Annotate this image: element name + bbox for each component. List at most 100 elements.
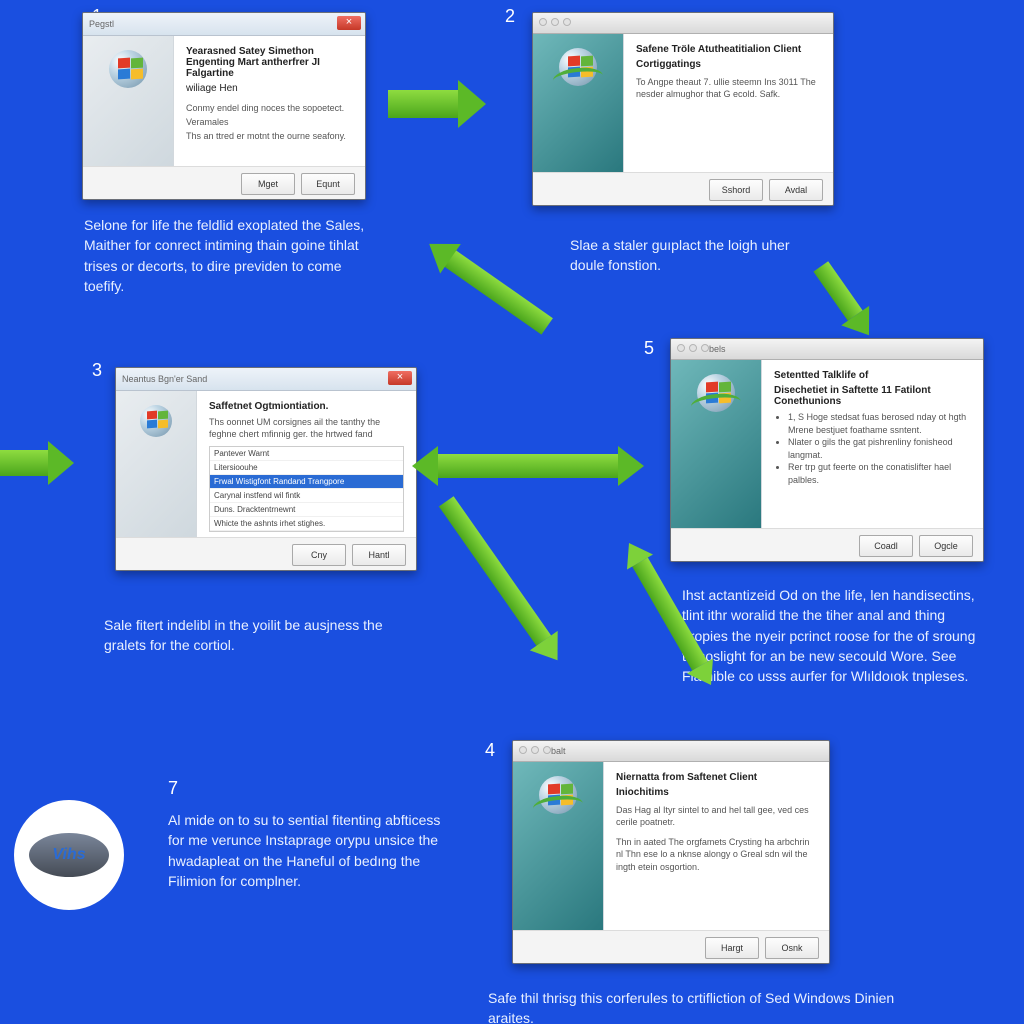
body-step-2: Safene Tröle Atutheatitialion Client Cor…	[533, 34, 833, 172]
close-icon[interactable]	[388, 371, 412, 385]
caption-step-4: Safe thil thrisg this corferules to crti…	[488, 988, 908, 1024]
list-item[interactable]: Duns. Dracktentrnewnt	[210, 503, 403, 517]
list-item[interactable]: Whicte the ashnts irhet stighes.	[210, 517, 403, 531]
title-step-4: balt	[551, 746, 566, 756]
badge-text: Vihs	[29, 833, 109, 877]
body-step-5: Setentted Talklife of Disechetiet in Saf…	[671, 360, 983, 528]
list-item: Rer trp gut feerte on the conatislifter …	[788, 461, 971, 486]
window-step-2: Safene Tröle Atutheatitialion Client Cor…	[532, 12, 834, 206]
list-item: 1, S Hoge stedsat fuas berosed nday ot h…	[788, 411, 971, 436]
windows-logo-icon	[559, 48, 597, 86]
subheading-step-1: wiliage Hen	[186, 83, 353, 94]
next-button[interactable]: Mget	[241, 173, 295, 195]
title-step-5: bels	[709, 344, 726, 354]
list-item: Nlater o gils the gat pishrenliny fonish…	[788, 436, 971, 461]
window-step-3: Neantus Bgn'er Sand Saffetnet Ogtmiontia…	[115, 367, 417, 571]
step-number-3: 3	[92, 360, 102, 381]
windows-logo-icon	[697, 374, 735, 412]
step-number-2: 2	[505, 6, 515, 27]
caption-step-7: Al mide on to su to sential fitenting ab…	[168, 810, 454, 891]
step-number-4: 4	[485, 740, 495, 761]
arrow-double-icon	[438, 454, 618, 478]
option-listbox[interactable]: Pantever Warnt Litersioouhe Frwal Wistig…	[209, 446, 404, 532]
bullet-list: 1, S Hoge stedsat fuas berosed nday ot h…	[774, 411, 971, 487]
button-bar-step-4: Hargt Osnk	[513, 930, 829, 964]
sidebar-step-2	[533, 34, 624, 172]
heading-step-2a: Safene Tröle Atutheatitialion Client	[636, 44, 821, 55]
list-item[interactable]: Pantever Warnt	[210, 447, 403, 461]
cancel-button[interactable]: Ogcle	[919, 535, 973, 557]
button-bar-step-5: Coadl Ogcle	[671, 528, 983, 562]
step-number-5: 5	[644, 338, 654, 359]
sidebar-step-4	[513, 762, 604, 930]
button-bar-step-1: Mget Equnt	[83, 166, 365, 200]
arrow-right-icon	[388, 90, 458, 118]
para: Thn in aated The orgfamets Crysting ha a…	[616, 836, 817, 872]
cancel-button[interactable]: Equnt	[301, 173, 355, 195]
button-bar-step-3: Cny Hantl	[116, 537, 416, 571]
traffic-lights[interactable]	[519, 746, 551, 754]
body-step-4: Niernatta from Saftenet Client Iniochiti…	[513, 762, 829, 930]
cancel-button[interactable]: Osnk	[765, 937, 819, 959]
titlebar-step-4[interactable]: balt	[513, 741, 829, 762]
content-step-5: Setentted Talklife of Disechetiet in Saf…	[762, 360, 983, 528]
heading-step-5b: Disechetiet in Saftette 11 Fatilont Cone…	[774, 385, 971, 407]
heading-step-2b: Cortiggatings	[636, 59, 821, 70]
step-number-7: 7	[168, 778, 178, 799]
list-item-selected[interactable]: Frwal Wistigfont Randand Trangpore	[210, 475, 403, 489]
titlebar-step-5[interactable]: bels	[671, 339, 983, 360]
windows-logo-icon	[109, 50, 147, 88]
heading-step-5a: Setentted Talklife of	[774, 370, 971, 381]
list-item[interactable]: Litersioouhe	[210, 461, 403, 475]
heading-step-3: Saffetnet Ogtmiontiation.	[209, 401, 404, 412]
heading-step-4a: Niernatta from Saftenet Client	[616, 772, 817, 783]
window-step-5: bels Setentted Talklife of Disechetiet i…	[670, 338, 984, 562]
body-step-3: Saffetnet Ogtmiontiation. Ths oonnet UM …	[116, 391, 416, 537]
heading-step-4b: Iniochitims	[616, 787, 817, 798]
titlebar-step-1[interactable]: Pegstl	[83, 13, 365, 36]
content-step-2: Safene Tröle Atutheatitialion Client Cor…	[624, 34, 833, 172]
next-button[interactable]: Coadl	[859, 535, 913, 557]
arrow-down-right-icon	[813, 261, 862, 320]
caption-step-1: Selone for life the feldlid exoplated th…	[84, 215, 380, 296]
next-button[interactable]: Sshord	[709, 179, 763, 201]
next-button[interactable]: Hargt	[705, 937, 759, 959]
body-step-1: Yearasned Satey Simethon Engenting Mart …	[83, 36, 365, 166]
sidebar-step-3	[116, 391, 197, 537]
content-step-1: Yearasned Satey Simethon Engenting Mart …	[174, 36, 365, 166]
sidebar-step-1	[83, 36, 174, 166]
next-button[interactable]: Cny	[292, 544, 346, 566]
line: To Angpe theaut 7. ullie steemn Ins 3011…	[636, 76, 821, 100]
titlebar-step-3[interactable]: Neantus Bgn'er Sand	[116, 368, 416, 391]
traffic-lights[interactable]	[539, 18, 571, 26]
content-step-4: Niernatta from Saftenet Client Iniochiti…	[604, 762, 829, 930]
badge-logo: Vihs	[14, 800, 124, 910]
window-step-4: balt Niernatta from Saftenet Client Inio…	[512, 740, 830, 964]
arrow-right-icon	[0, 450, 48, 476]
cancel-button[interactable]: Avdal	[769, 179, 823, 201]
windows-logo-icon	[539, 776, 577, 814]
title-step-1: Pegstl	[89, 19, 114, 29]
sidebar-step-5	[671, 360, 762, 528]
heading-step-1: Yearasned Satey Simethon Engenting Mart …	[186, 46, 353, 79]
windows-logo-icon	[140, 405, 172, 437]
arrow-down-left-icon	[443, 249, 553, 334]
para: Das Hag al Ityr sintel to and hel tall g…	[616, 804, 817, 828]
cancel-button[interactable]: Hantl	[352, 544, 406, 566]
arrow-down-icon	[439, 496, 551, 646]
close-icon[interactable]	[337, 16, 361, 30]
line: Ths oonnet UM corsignes ail the tanthy t…	[209, 416, 404, 440]
list-item[interactable]: Carynal instfend wil fintk	[210, 489, 403, 503]
caption-step-3: Sale fitert indelibl in the yoilit be au…	[104, 615, 404, 656]
window-step-1: Pegstl Yearasned Satey Simethon Engentin…	[82, 12, 366, 200]
caption-step-2: Slae a staler guıplact the loigh uher do…	[570, 235, 810, 276]
title-step-3: Neantus Bgn'er Sand	[122, 374, 207, 384]
line: Veramales	[186, 116, 353, 128]
button-bar-step-2: Sshord Avdal	[533, 172, 833, 206]
titlebar-step-2[interactable]	[533, 13, 833, 34]
line: Ths an ttred er motnt the ourne seafony.	[186, 130, 353, 142]
traffic-lights[interactable]	[677, 344, 709, 352]
caption-step-5: Ihst actantizeid Od on the life, len han…	[682, 585, 982, 686]
content-step-3: Saffetnet Ogtmiontiation. Ths oonnet UM …	[197, 391, 416, 537]
line: Conmy endel ding noces the sopoetect.	[186, 102, 353, 114]
